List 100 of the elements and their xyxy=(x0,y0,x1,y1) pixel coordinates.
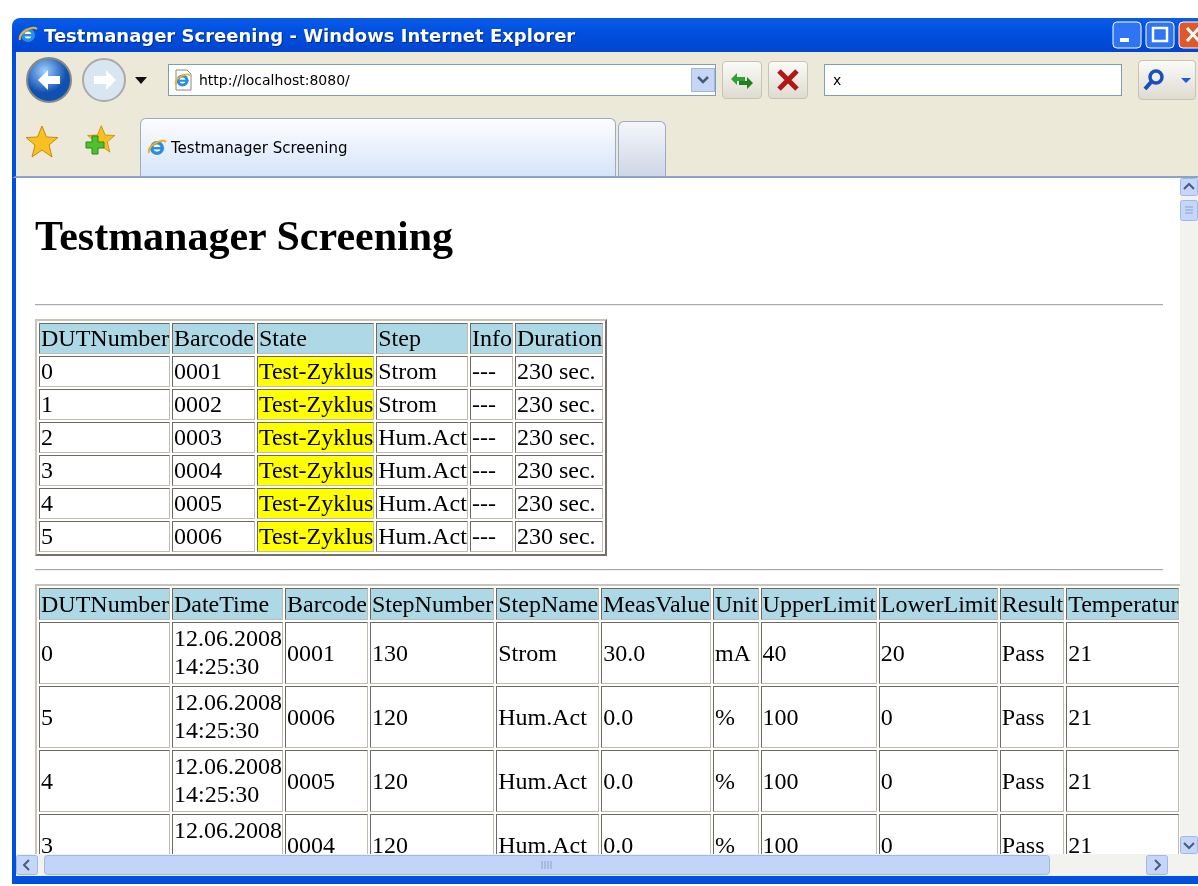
table-cell: --- xyxy=(469,389,513,420)
table-cell: 130 xyxy=(369,622,495,684)
column-header: DateTime xyxy=(171,588,283,620)
column-header: StepNumber xyxy=(369,588,495,620)
page-heading: Testmanager Screening xyxy=(35,212,455,260)
table-cell: Strom xyxy=(496,622,600,684)
scroll-thumb[interactable] xyxy=(44,855,1050,875)
table-cell: 0001 xyxy=(284,622,368,684)
column-header: DUTNumber xyxy=(39,323,170,354)
table-cell: Hum.Act xyxy=(376,455,468,486)
column-header: MeasValue xyxy=(601,588,711,620)
ie-logo-icon xyxy=(147,137,167,158)
column-header: Result xyxy=(999,588,1065,620)
table-cell: 120 xyxy=(369,750,495,812)
table-cell: 3 xyxy=(39,455,170,486)
table-cell: 0 xyxy=(878,750,998,812)
table-cell: Hum.Act xyxy=(376,422,468,453)
table-cell: 230 sec. xyxy=(514,356,604,387)
table-cell: 12.06.2008 14:25:30 xyxy=(171,686,283,748)
scroll-left-icon[interactable] xyxy=(16,855,38,875)
table-cell: --- xyxy=(469,521,513,552)
table-cell: 0006 xyxy=(171,521,255,552)
table-cell: 12.06.2008 14:25:30 xyxy=(171,622,283,684)
table-cell: 230 sec. xyxy=(514,521,604,552)
column-header: Duration xyxy=(514,323,604,354)
column-header: Barcode xyxy=(284,588,368,620)
table-cell: 0.0 xyxy=(601,686,711,748)
table-cell: 4 xyxy=(39,750,170,812)
column-header: UpperLimit xyxy=(760,588,877,620)
scroll-thumb[interactable] xyxy=(1180,200,1198,221)
table-cell: 0001 xyxy=(171,356,255,387)
table-cell: Pass xyxy=(999,750,1065,812)
table-cell: --- xyxy=(469,356,513,387)
ie-logo-icon xyxy=(18,25,38,45)
browser-tab[interactable]: Testmanager Screening xyxy=(140,118,616,176)
page-icon xyxy=(173,69,193,91)
stop-icon[interactable] xyxy=(775,67,801,93)
table-cell: 230 sec. xyxy=(514,455,604,486)
table-cell: 21 xyxy=(1066,686,1180,748)
table-cell: 0003 xyxy=(171,422,255,453)
table-cell: Test-Zyklus xyxy=(256,389,375,420)
column-header: State xyxy=(256,323,375,354)
scroll-right-icon[interactable] xyxy=(1146,855,1168,875)
table-cell: 0 xyxy=(39,356,170,387)
table-cell: Hum.Act xyxy=(496,686,600,748)
back-button-icon[interactable] xyxy=(24,56,74,104)
table-cell: 0.0 xyxy=(601,750,711,812)
table-cell: --- xyxy=(469,422,513,453)
table-cell: 21 xyxy=(1066,622,1180,684)
star-icon[interactable] xyxy=(24,124,60,160)
table-cell: 12.06.2008 14:25:30 xyxy=(171,750,283,812)
table-cell: 230 sec. xyxy=(514,488,604,519)
table-cell: Strom xyxy=(376,356,468,387)
table-cell: 230 sec. xyxy=(514,422,604,453)
table-cell: 40 xyxy=(760,622,877,684)
minimize-icon[interactable] xyxy=(1112,21,1142,49)
column-header: Unit xyxy=(712,588,759,620)
table-cell: Test-Zyklus xyxy=(256,422,375,453)
table-cell: % xyxy=(712,686,759,748)
table-cell: 0006 xyxy=(284,686,368,748)
table-cell: Hum.Act xyxy=(376,521,468,552)
address-field[interactable]: http://localhost:8080/ xyxy=(168,64,716,96)
table-cell: 0 xyxy=(878,686,998,748)
column-header: DUTNumber xyxy=(39,588,170,620)
table-cell: 0004 xyxy=(171,455,255,486)
table-cell: 0005 xyxy=(171,488,255,519)
table-cell: 0 xyxy=(39,622,170,684)
table-cell: Test-Zyklus xyxy=(256,356,375,387)
table-cell: Test-Zyklus xyxy=(256,521,375,552)
maximize-icon[interactable] xyxy=(1145,21,1175,49)
column-header: Barcode xyxy=(171,323,255,354)
table-cell: Hum.Act xyxy=(376,488,468,519)
table-cell: 230 sec. xyxy=(514,389,604,420)
dropdown-arrow-icon[interactable] xyxy=(134,75,148,85)
table-cell: % xyxy=(712,750,759,812)
table-cell: 30.0 xyxy=(601,622,711,684)
table-cell: --- xyxy=(469,455,513,486)
table-cell: 100 xyxy=(760,686,877,748)
column-header: StepName xyxy=(496,588,600,620)
table-cell: 5 xyxy=(39,686,170,748)
table-cell: 0005 xyxy=(284,750,368,812)
window-title: Testmanager Screening - Windows Internet Explorer xyxy=(44,24,576,46)
scroll-up-icon[interactable] xyxy=(1180,178,1198,196)
table-cell: mA xyxy=(712,622,759,684)
table-cell: 21 xyxy=(1066,750,1180,812)
table-cell: 1 xyxy=(39,389,170,420)
table-cell: Strom xyxy=(376,389,468,420)
column-header: LowerLimit xyxy=(878,588,998,620)
column-header: Step xyxy=(376,323,468,354)
scroll-down-icon[interactable] xyxy=(1180,836,1198,854)
search-field[interactable]: x xyxy=(824,64,1122,96)
table-cell: --- xyxy=(469,488,513,519)
table-cell: Pass xyxy=(999,686,1065,748)
column-header: Info xyxy=(469,323,513,354)
column-header: Temperatur xyxy=(1066,588,1180,620)
table-cell: 100 xyxy=(760,750,877,812)
table-cell: 2 xyxy=(39,422,170,453)
table-cell: Test-Zyklus xyxy=(256,488,375,519)
table-cell: 5 xyxy=(39,521,170,552)
table-cell: 4 xyxy=(39,488,170,519)
